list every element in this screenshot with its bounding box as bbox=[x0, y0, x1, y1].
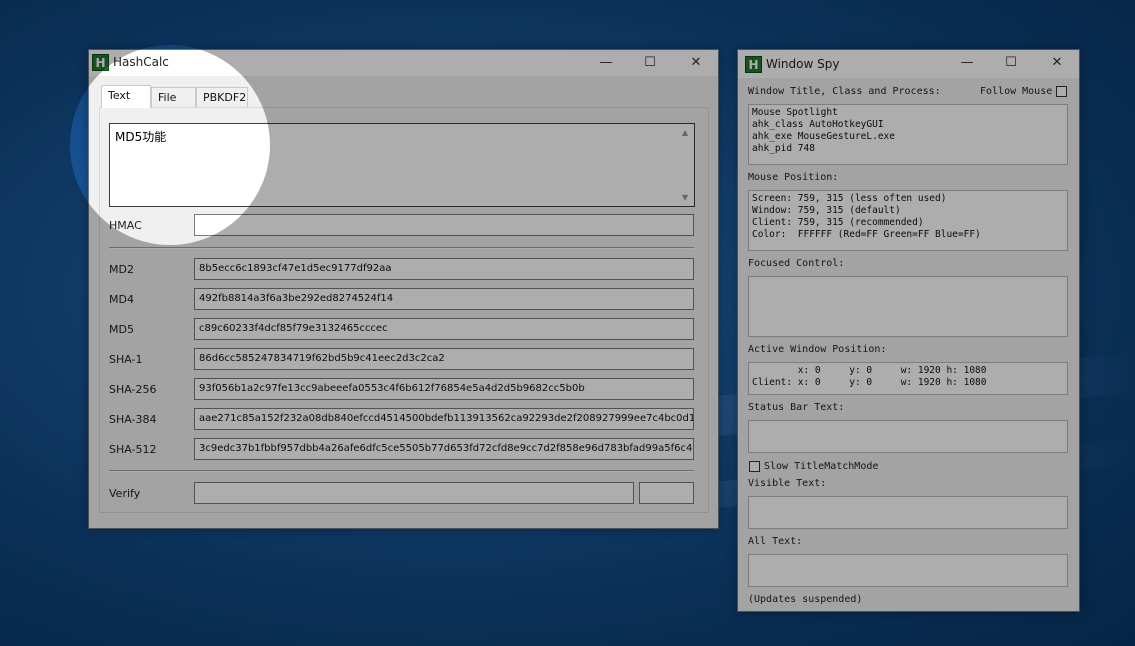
sha256-field[interactable]: 93f056b1a2c97fe13cc9abeeefa0553c4f6b612f… bbox=[194, 378, 694, 400]
hashcalc-window: H HashCalc — ☐ ✕ Text File PBKDF2 MD5功能 … bbox=[88, 49, 719, 529]
status-bar-label: Status Bar Text: bbox=[748, 402, 845, 413]
scroll-down-icon[interactable]: ▼ bbox=[682, 193, 688, 202]
status-bar-box[interactable] bbox=[748, 420, 1068, 453]
close-button[interactable]: ✕ bbox=[1035, 50, 1079, 76]
divider bbox=[109, 470, 694, 472]
verify-field[interactable] bbox=[194, 482, 634, 504]
sha1-label: SHA-1 bbox=[109, 353, 143, 366]
all-text-label: All Text: bbox=[748, 536, 803, 547]
md5-field[interactable]: c89c60233f4dcf85f79e3132465cccec bbox=[194, 318, 694, 340]
tab-text[interactable]: Text bbox=[101, 85, 151, 108]
close-button[interactable]: ✕ bbox=[674, 50, 718, 76]
verify-result-field bbox=[639, 482, 694, 504]
windowspy-title: Window Spy bbox=[766, 57, 840, 71]
windowspy-titlebar[interactable]: H Window Spy — ☐ ✕ bbox=[738, 50, 1079, 78]
sha384-label: SHA-384 bbox=[109, 413, 157, 426]
divider bbox=[109, 247, 694, 249]
tab-file[interactable]: File bbox=[151, 87, 196, 107]
active-window-label: Active Window Position: bbox=[748, 344, 887, 355]
slow-titlematch-label: Slow TitleMatchMode bbox=[764, 461, 879, 472]
title-class-label: Window Title, Class and Process: bbox=[748, 86, 941, 97]
active-window-box[interactable]: x: 0 y: 0 w: 1920 h: 1080 Client: x: 0 y… bbox=[748, 362, 1068, 395]
focused-control-label: Focused Control: bbox=[748, 258, 845, 269]
hmac-label: HMAC bbox=[109, 219, 142, 232]
slow-titlematch-checkbox[interactable] bbox=[749, 461, 760, 472]
windowspy-app-icon: H bbox=[745, 56, 762, 73]
md2-label: MD2 bbox=[109, 263, 134, 276]
input-text: MD5功能 bbox=[115, 130, 167, 144]
follow-mouse-checkbox[interactable] bbox=[1056, 86, 1067, 97]
sha256-label: SHA-256 bbox=[109, 383, 157, 396]
visible-text-label: Visible Text: bbox=[748, 478, 827, 489]
follow-mouse-label: Follow Mouse bbox=[980, 86, 1053, 97]
focused-control-box[interactable] bbox=[748, 276, 1068, 337]
verify-label: Verify bbox=[109, 487, 141, 500]
title-class-box[interactable]: Mouse Spotlight ahk_class AutoHotkeyGUI … bbox=[748, 104, 1068, 165]
md4-field[interactable]: 492fb8814a3f6a3be292ed8274524f14 bbox=[194, 288, 694, 310]
input-text-area[interactable]: MD5功能 ▲ ▼ bbox=[109, 123, 695, 207]
maximize-button[interactable]: ☐ bbox=[628, 50, 672, 76]
minimize-button[interactable]: — bbox=[584, 50, 628, 76]
sha384-field[interactable]: aae271c85a152f232a08db840efccd4514500bde… bbox=[194, 408, 694, 430]
sha512-field[interactable]: 3c9edc37b1fbbf957dbb4a26afe6dfc5ce5505b7… bbox=[194, 438, 694, 460]
hashcalc-tabpanel: MD5功能 ▲ ▼ HMAC MD2 8b5ecc6c1893cf47e1d5e… bbox=[99, 107, 709, 513]
md2-field[interactable]: 8b5ecc6c1893cf47e1d5ec9177df92aa bbox=[194, 258, 694, 280]
sha512-label: SHA-512 bbox=[109, 443, 157, 456]
visible-text-box[interactable] bbox=[748, 496, 1068, 529]
md4-label: MD4 bbox=[109, 293, 134, 306]
mouse-position-box[interactable]: Screen: 759, 315 (less often used) Windo… bbox=[748, 190, 1068, 251]
scroll-up-icon[interactable]: ▲ bbox=[682, 128, 688, 137]
maximize-button[interactable]: ☐ bbox=[989, 50, 1033, 76]
updates-status: (Updates suspended) bbox=[748, 594, 863, 605]
sha1-field[interactable]: 86d6cc585247834719f62bd5b9c41eec2d3c2ca2 bbox=[194, 348, 694, 370]
hmac-field[interactable] bbox=[194, 214, 694, 236]
hashcalc-title: HashCalc bbox=[113, 55, 169, 69]
md5-label: MD5 bbox=[109, 323, 134, 336]
textarea-scrollbar[interactable]: ▲ ▼ bbox=[679, 124, 694, 206]
windowspy-window: H Window Spy — ☐ ✕ Window Title, Class a… bbox=[737, 49, 1080, 612]
hashcalc-app-icon: H bbox=[92, 54, 109, 71]
minimize-button[interactable]: — bbox=[945, 50, 989, 76]
tab-pbkdf2[interactable]: PBKDF2 bbox=[196, 87, 248, 107]
mouse-position-label: Mouse Position: bbox=[748, 172, 839, 183]
hashcalc-titlebar[interactable]: H HashCalc — ☐ ✕ bbox=[89, 50, 718, 76]
all-text-box[interactable] bbox=[748, 554, 1068, 587]
